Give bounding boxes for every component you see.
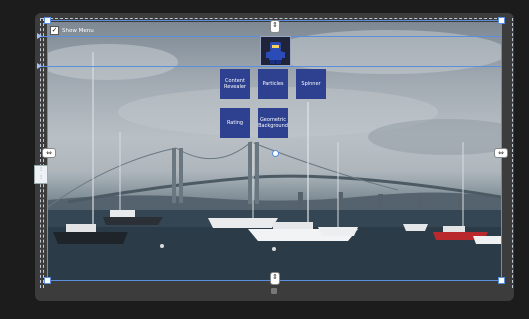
right-guide-line (512, 18, 513, 288)
tile-content-revealer[interactable]: Content Revealer (220, 69, 250, 99)
resize-handle-right-icon[interactable]: ⇔ (494, 148, 508, 158)
show-menu-toggle[interactable]: ✓ Show Menu (50, 26, 94, 35)
tile-label-line2: Revealer (224, 84, 246, 90)
show-menu-checkbox[interactable]: ✓ (50, 26, 59, 35)
lego-ninja-avatar-icon[interactable] (260, 36, 291, 66)
top-guide-line (40, 18, 502, 19)
tile-label: Rating (226, 120, 244, 126)
resize-handle-left-icon[interactable]: ⇔ (42, 148, 56, 158)
alignment-widget[interactable]: ⫶ ⫶ (34, 165, 48, 184)
show-menu-label: Show Menu (62, 27, 94, 34)
tile-label: Spinner (301, 81, 321, 87)
selection-handle-top-right[interactable] (498, 17, 505, 24)
guide-marker-top[interactable] (37, 33, 42, 39)
scroll-indicator[interactable] (271, 288, 277, 294)
tile-spinner[interactable]: Spinner (296, 69, 326, 99)
guide-marker-header[interactable] (37, 63, 42, 69)
resize-handle-bottom-icon[interactable]: ⇕ (270, 272, 280, 285)
resize-handle-top-icon[interactable]: ⇕ (270, 20, 280, 33)
tile-geometric-background[interactable]: Geometric Background (258, 108, 288, 138)
selection-handle-top-left[interactable] (44, 17, 51, 24)
anchor-icon[interactable] (272, 150, 279, 157)
left-guide-line (40, 18, 41, 288)
tile-label-line2: Background (258, 123, 288, 129)
selection-handle-bottom-left[interactable] (44, 277, 51, 284)
tile-label: Particles (262, 81, 284, 87)
selection-handle-bottom-right[interactable] (498, 277, 505, 284)
tile-particles[interactable]: Particles (258, 69, 288, 99)
tile-rating[interactable]: Rating (220, 108, 250, 138)
